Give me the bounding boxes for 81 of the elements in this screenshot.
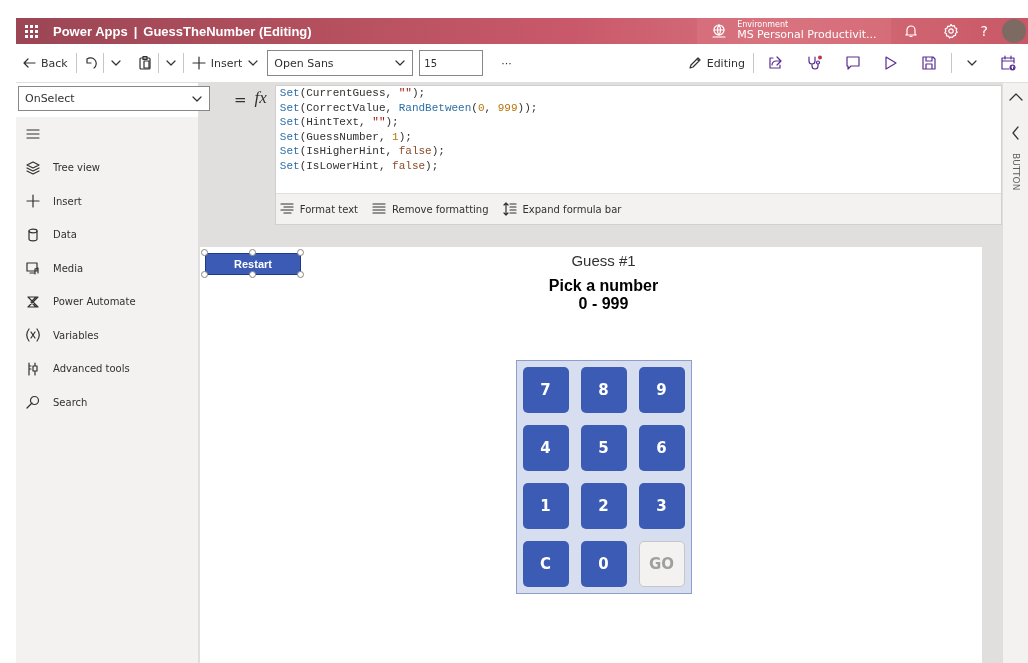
code-line: Set(IsHigherHint, false); xyxy=(279,144,446,159)
title-separator: | xyxy=(133,23,138,39)
variables-icon xyxy=(26,328,40,343)
paste-icon[interactable] xyxy=(137,55,152,71)
environment-label: Environment xyxy=(737,21,790,30)
keypad-button[interactable]: 5 xyxy=(580,425,627,471)
plus-icon xyxy=(26,194,40,209)
font-dropdown[interactable]: Open Sans xyxy=(267,50,414,76)
media-icon xyxy=(26,261,40,276)
sidebar-item[interactable]: Data xyxy=(26,218,198,252)
resize-handle[interactable] xyxy=(249,271,256,278)
sidebar-item[interactable]: Advanced tools xyxy=(26,352,198,386)
resize-handle[interactable] xyxy=(297,249,304,256)
app-name: Power Apps xyxy=(53,23,128,39)
stethoscope-icon[interactable] xyxy=(806,55,823,71)
sidebar-item[interactable]: Power Automate xyxy=(26,285,198,319)
property-dropdown[interactable]: OnSelect xyxy=(18,86,210,111)
keypad-button[interactable]: 0 xyxy=(580,541,627,587)
font-size-field[interactable]: 15 xyxy=(419,50,484,76)
globe-icon xyxy=(711,23,728,39)
app-launcher-icon[interactable] xyxy=(24,23,39,39)
formula-action-button[interactable]: Format text xyxy=(279,202,358,216)
code-line: Set(CorrectValue, RandBetween(0, 999)); xyxy=(279,100,539,116)
prompt-text: Pick a number xyxy=(548,277,659,295)
code-line: Set(GuessNumber, 1); xyxy=(279,129,413,145)
keypad-button[interactable]: 7 xyxy=(522,367,569,413)
pencil-icon xyxy=(687,56,702,70)
collapse-icon[interactable] xyxy=(1007,91,1024,103)
automate-icon xyxy=(26,294,40,309)
play-icon[interactable] xyxy=(883,55,899,71)
app-title: GuessTheNumber (Editing) xyxy=(143,23,312,39)
resize-handle[interactable] xyxy=(201,271,208,278)
keypad-button[interactable]: 8 xyxy=(580,367,627,413)
formula-action-button[interactable]: Expand formula bar xyxy=(502,202,622,216)
keypad-button[interactable]: 1 xyxy=(522,483,569,529)
expand-icon xyxy=(502,202,517,216)
publish-icon[interactable] xyxy=(1000,55,1016,71)
keypad-button[interactable]: 4 xyxy=(522,425,569,471)
sidebar-item[interactable]: Search xyxy=(26,385,198,419)
format-text-icon xyxy=(279,202,294,216)
back-arrow-icon xyxy=(22,56,36,70)
menu-icon[interactable] xyxy=(26,127,40,141)
editing-button[interactable]: Editing xyxy=(685,54,747,72)
comment-icon[interactable] xyxy=(845,55,861,71)
sidebar-item[interactable]: Insert xyxy=(26,184,198,218)
resize-handle[interactable] xyxy=(297,271,304,278)
share-icon[interactable] xyxy=(768,55,784,71)
range-text: 0 - 999 xyxy=(578,295,629,313)
resize-handle[interactable] xyxy=(201,249,208,256)
keypad-button[interactable]: 9 xyxy=(638,367,685,413)
sidebar-item[interactable]: Tree view xyxy=(26,151,198,185)
sidebar-item[interactable]: Variables xyxy=(26,318,198,352)
code-line: Set(IsLowerHint, false); xyxy=(279,158,440,174)
plus-icon xyxy=(191,56,206,70)
environment-name: MS Personal Productivit... xyxy=(737,29,877,41)
equals-sign: = xyxy=(234,91,247,109)
resize-handle[interactable] xyxy=(249,249,256,256)
database-icon xyxy=(26,227,40,242)
help-button[interactable]: ? xyxy=(980,23,988,39)
search-icon xyxy=(26,395,40,410)
more-button[interactable]: ··· xyxy=(499,54,514,72)
guess-title: Guess #1 xyxy=(571,252,636,269)
code-line: Set(HintText, ""); xyxy=(279,115,400,130)
back-button[interactable]: Back xyxy=(20,54,70,72)
layers-icon xyxy=(26,160,40,175)
lines-icon xyxy=(372,202,386,216)
restart-button[interactable]: Restart xyxy=(205,253,301,275)
fx-label: fx xyxy=(254,88,267,108)
keypad-button[interactable]: 2 xyxy=(580,483,627,529)
code-line: Set(CurrentGuess, ""); xyxy=(279,86,427,101)
panel-label: BUTTON xyxy=(1010,153,1021,191)
formula-editor[interactable] xyxy=(274,85,1002,225)
sidebar-item[interactable]: Media xyxy=(26,251,198,285)
keypad-button[interactable]: 3 xyxy=(638,483,685,529)
insert-button[interactable]: Insert xyxy=(189,54,262,72)
save-icon[interactable] xyxy=(921,55,937,71)
keypad-button[interactable]: 6 xyxy=(638,425,685,471)
keypad-button[interactable]: C xyxy=(522,541,569,587)
formula-action-button[interactable]: Remove formatting xyxy=(372,202,489,216)
tools-icon xyxy=(26,361,40,376)
settings-icon[interactable] xyxy=(942,23,959,39)
